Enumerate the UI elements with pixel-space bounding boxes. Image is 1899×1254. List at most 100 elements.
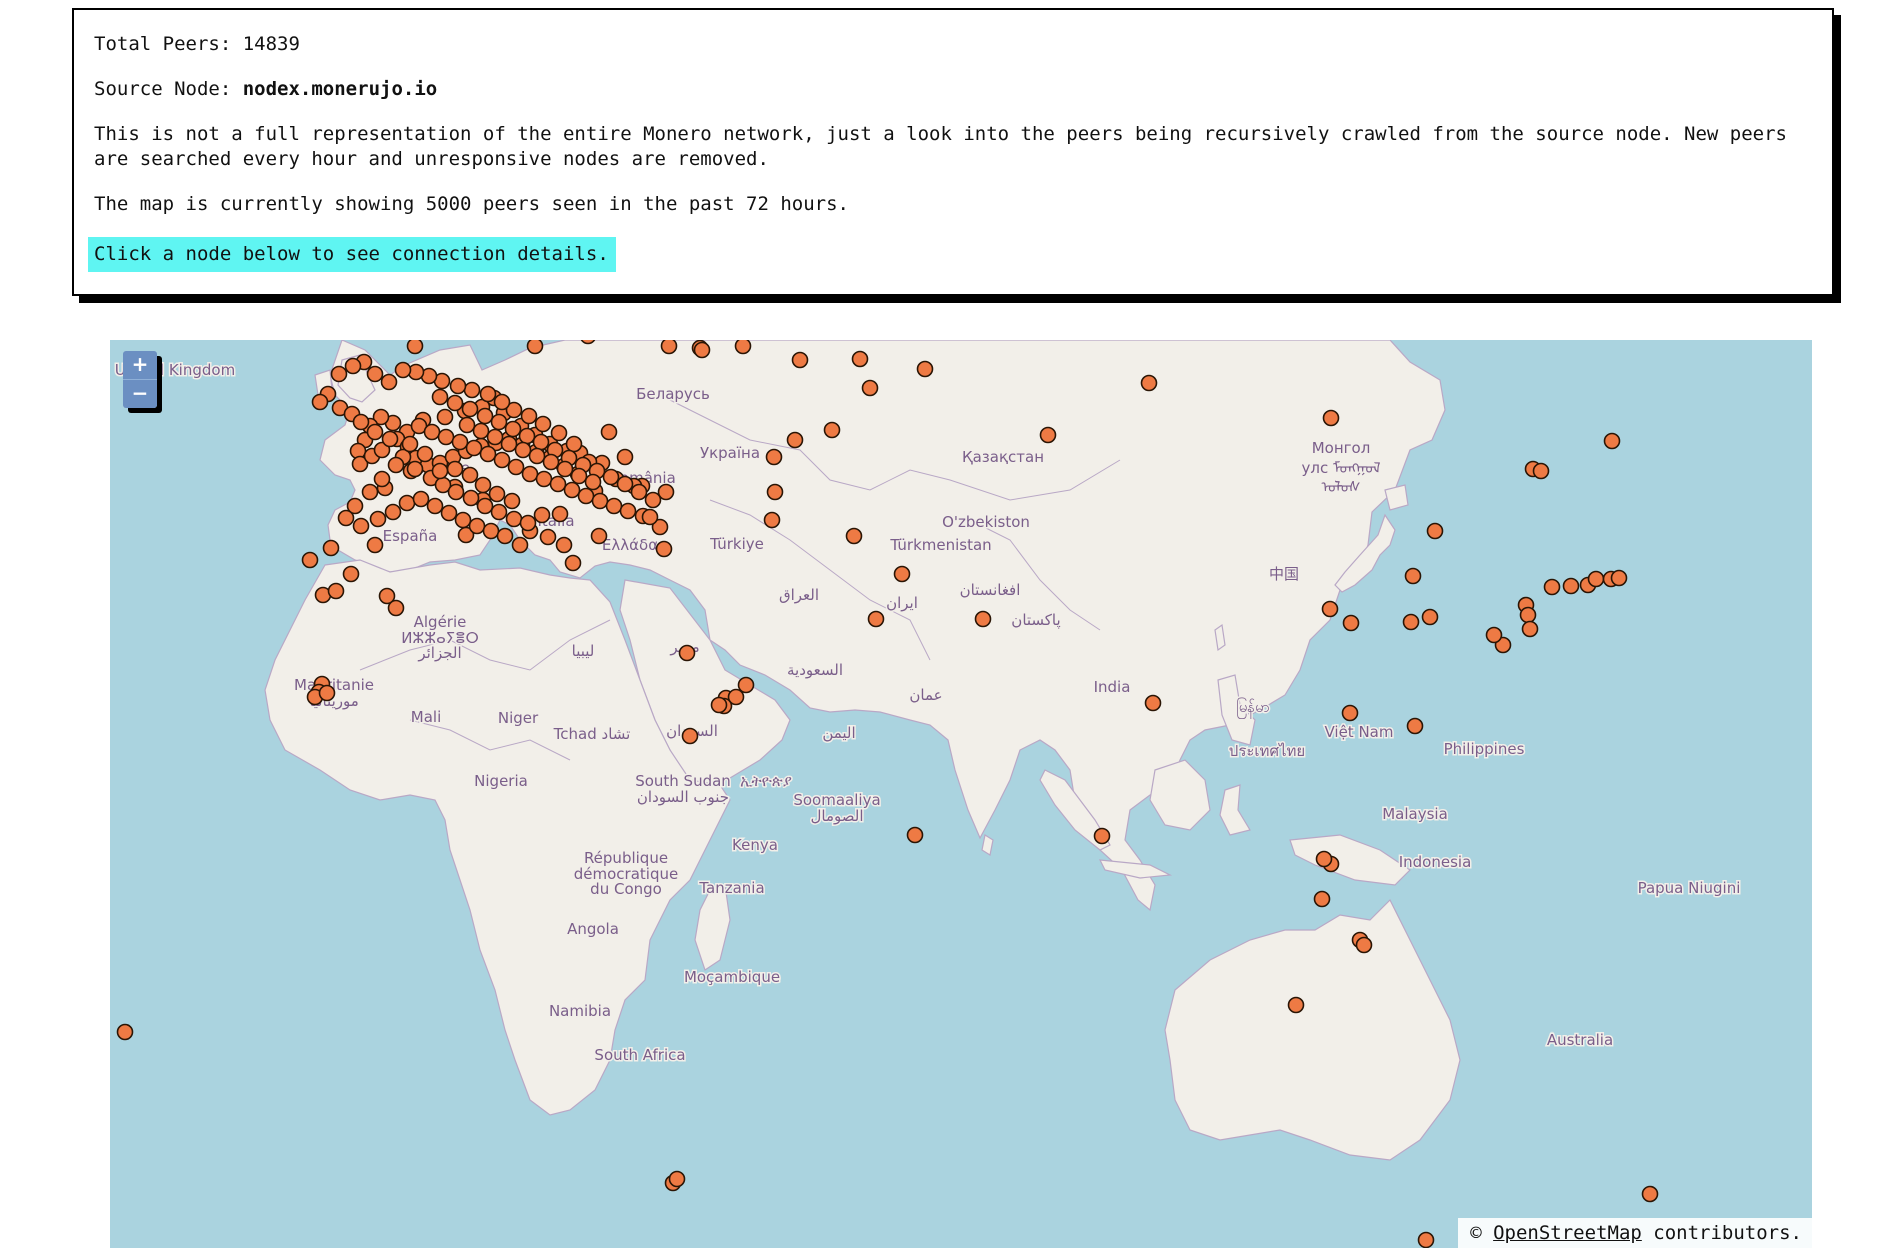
peer-node-marker[interactable]: [1610, 569, 1628, 587]
peer-node-marker[interactable]: [737, 676, 755, 694]
peer-node-marker[interactable]: [387, 599, 405, 617]
peer-node-marker[interactable]: [734, 340, 752, 355]
peer-node-marker[interactable]: [406, 460, 424, 478]
peer-node-marker[interactable]: [337, 509, 355, 527]
peer-node-marker[interactable]: [322, 539, 340, 557]
peer-node-marker[interactable]: [565, 435, 583, 453]
peer-node-marker[interactable]: [584, 473, 602, 491]
peer-node-marker[interactable]: [519, 514, 537, 532]
peer-node-marker[interactable]: [1603, 432, 1621, 450]
peer-node-marker[interactable]: [461, 466, 479, 484]
peer-node-marker[interactable]: [507, 458, 525, 476]
peer-node-marker[interactable]: [447, 483, 465, 501]
peer-node-marker[interactable]: [431, 462, 449, 480]
peer-node-marker[interactable]: [1402, 613, 1420, 631]
peer-node-marker[interactable]: [1342, 614, 1360, 632]
peer-node-marker[interactable]: [641, 508, 659, 526]
peer-node-marker[interactable]: [616, 448, 634, 466]
peer-node-marker[interactable]: [532, 433, 550, 451]
peer-map[interactable]: United Kingdom Беларусь Україна Қазақстан Мо…: [110, 340, 1812, 1248]
peer-node-marker[interactable]: [766, 483, 784, 501]
peer-node-marker[interactable]: [412, 490, 430, 508]
peer-node-marker[interactable]: [505, 510, 523, 528]
peer-node-marker[interactable]: [493, 451, 511, 469]
peer-node-marker[interactable]: [1144, 694, 1162, 712]
peer-node-marker[interactable]: [906, 826, 924, 844]
peer-node-marker[interactable]: [1287, 996, 1305, 1014]
peer-node-marker[interactable]: [591, 492, 609, 510]
peer-node-marker[interactable]: [496, 527, 514, 545]
peer-node-marker[interactable]: [446, 394, 464, 412]
peer-node-marker[interactable]: [426, 497, 444, 515]
peer-node-marker[interactable]: [600, 423, 618, 441]
peer-node-marker[interactable]: [1421, 608, 1439, 626]
peer-node-marker[interactable]: [534, 415, 552, 433]
peer-node-marker[interactable]: [520, 407, 538, 425]
zoom-in-button[interactable]: +: [123, 351, 157, 379]
peer-node-marker[interactable]: [373, 470, 391, 488]
peer-node-marker[interactable]: [504, 420, 522, 438]
peer-node-marker[interactable]: [765, 448, 783, 466]
peer-node-marker[interactable]: [468, 517, 486, 535]
peer-node-marker[interactable]: [550, 424, 568, 442]
peer-node-marker[interactable]: [1519, 606, 1537, 624]
zoom-out-button[interactable]: −: [123, 379, 157, 408]
peer-node-marker[interactable]: [446, 460, 464, 478]
peer-node-marker[interactable]: [1093, 827, 1111, 845]
peer-node-marker[interactable]: [311, 393, 329, 411]
peer-node-marker[interactable]: [916, 360, 934, 378]
peer-node-marker[interactable]: [1521, 620, 1539, 638]
peer-node-marker[interactable]: [681, 727, 699, 745]
peer-node-marker[interactable]: [605, 497, 623, 515]
peer-node-marker[interactable]: [1417, 1231, 1435, 1248]
peer-node-marker[interactable]: [710, 696, 728, 714]
peer-node-marker[interactable]: [479, 445, 497, 463]
peer-node-marker[interactable]: [570, 467, 588, 485]
peer-node-marker[interactable]: [535, 470, 553, 488]
peer-node-marker[interactable]: [461, 400, 479, 418]
peer-node-marker[interactable]: [1532, 462, 1550, 480]
peer-node-marker[interactable]: [678, 644, 696, 662]
peer-node-marker[interactable]: [394, 361, 412, 379]
peer-node-marker[interactable]: [451, 433, 469, 451]
peer-node-marker[interactable]: [616, 475, 634, 493]
peer-node-marker[interactable]: [619, 502, 637, 520]
peer-node-marker[interactable]: [1641, 1185, 1659, 1203]
peer-node-marker[interactable]: [318, 684, 336, 702]
peer-node-marker[interactable]: [514, 441, 532, 459]
peer-node-marker[interactable]: [867, 610, 885, 628]
peer-node-marker[interactable]: [401, 435, 419, 453]
peer-node-marker[interactable]: [1322, 409, 1340, 427]
peer-node-marker[interactable]: [533, 506, 551, 524]
openstreetmap-link[interactable]: OpenStreetMap: [1493, 1222, 1642, 1244]
peer-node-marker[interactable]: [564, 554, 582, 572]
peer-node-marker[interactable]: [1562, 577, 1580, 595]
peer-node-marker[interactable]: [1321, 600, 1339, 618]
peer-node-marker[interactable]: [462, 489, 480, 507]
peer-node-marker[interactable]: [974, 610, 992, 628]
peer-node-marker[interactable]: [366, 365, 384, 383]
peer-node-marker[interactable]: [472, 422, 490, 440]
peer-node-marker[interactable]: [861, 379, 879, 397]
peer-node-marker[interactable]: [366, 423, 384, 441]
peer-node-marker[interactable]: [352, 413, 370, 431]
peer-node-marker[interactable]: [763, 511, 781, 529]
peer-node-marker[interactable]: [344, 357, 362, 375]
peer-node-marker[interactable]: [893, 565, 911, 583]
peer-node-marker[interactable]: [488, 485, 506, 503]
peer-node-marker[interactable]: [116, 1023, 134, 1041]
peer-node-marker[interactable]: [384, 503, 402, 521]
peer-node-marker[interactable]: [1355, 936, 1373, 954]
peer-node-marker[interactable]: [1140, 374, 1158, 392]
peer-node-marker[interactable]: [381, 430, 399, 448]
peer-node-marker[interactable]: [823, 421, 841, 439]
peer-node-marker[interactable]: [542, 453, 560, 471]
peer-node-marker[interactable]: [1406, 717, 1424, 735]
peer-node-marker[interactable]: [454, 511, 472, 529]
peer-node-marker[interactable]: [1426, 522, 1444, 540]
peer-node-marker[interactable]: [342, 565, 360, 583]
peer-node-marker[interactable]: [479, 385, 497, 403]
peer-node-marker[interactable]: [655, 540, 673, 558]
peer-node-marker[interactable]: [539, 528, 557, 546]
peer-node-marker[interactable]: [416, 445, 434, 463]
